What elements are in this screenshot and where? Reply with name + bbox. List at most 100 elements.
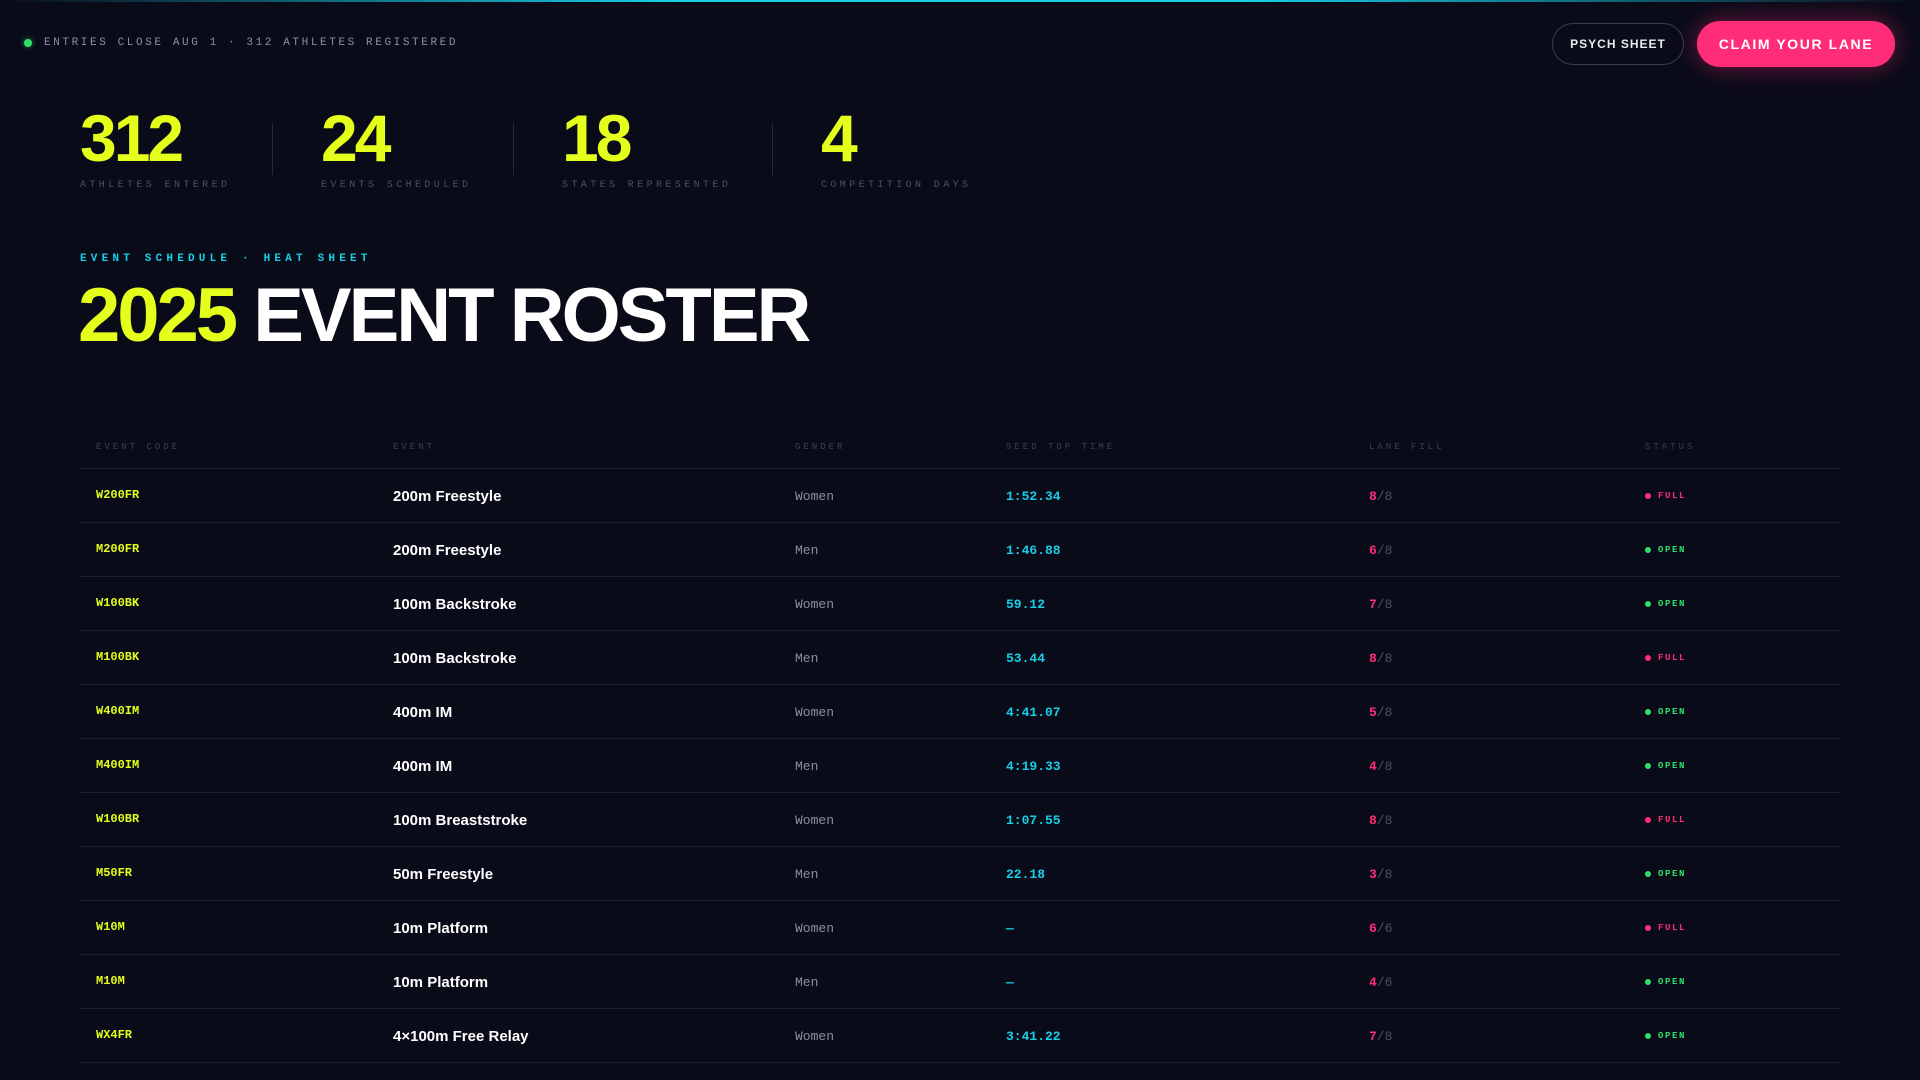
column-header-status: STATUS	[1645, 442, 1696, 452]
event-name: 200m Freestyle	[393, 487, 502, 505]
status-dot	[1645, 655, 1651, 661]
status-dot	[1645, 871, 1651, 877]
lane-fill-count: 6	[1369, 920, 1377, 936]
seed-top-time: 1:52.34	[1006, 488, 1061, 504]
event-gender: Women	[795, 920, 835, 936]
title-text: EVENT ROSTER	[253, 273, 811, 358]
column-header-gender: GENDER	[795, 442, 846, 452]
stat-label: EVENTS SCHEDULED	[321, 180, 472, 191]
lane-fill-count: 7	[1369, 1028, 1377, 1044]
lane-fill-count: 8	[1369, 488, 1377, 504]
lane-fill: 8/8	[1369, 793, 1392, 847]
lane-fill-count: 4	[1369, 758, 1377, 774]
status-badge: OPEN	[1645, 739, 1686, 793]
stat-label: COMPETITION DAYS	[821, 180, 972, 191]
psych-sheet-button[interactable]: PSYCH SHEET	[1552, 23, 1684, 65]
table-row[interactable]: W100BK 100m Backstroke Women 59.12 7/8 OPEN	[80, 577, 1840, 631]
event-code: W100BR	[96, 812, 140, 826]
section-eyebrow: EVENT SCHEDULE · HEAT SHEET	[80, 253, 372, 265]
lane-fill: 8/8	[1369, 469, 1392, 523]
status-text: OPEN	[1658, 869, 1687, 879]
status-text: FULL	[1658, 491, 1687, 501]
event-code: M400IM	[96, 758, 140, 772]
seed-top-time: —	[1006, 974, 1014, 990]
status-dot	[1645, 709, 1651, 715]
event-gender: Men	[795, 866, 819, 882]
entries-close-text: ENTRIES CLOSE AUG 1 · 312 ATHLETES REGIS…	[44, 37, 459, 49]
seed-top-time: 53.44	[1006, 650, 1046, 666]
table-row[interactable]: W10M 10m Platform Women — 6/6 FULL	[80, 901, 1840, 955]
status-dot	[1645, 601, 1651, 607]
table-row[interactable]: W400IM 400m IM Women 4:41.07 5/8 OPEN	[80, 685, 1840, 739]
status-badge: FULL	[1645, 793, 1686, 847]
lane-fill-count: 8	[1369, 812, 1377, 828]
lane-fill-total: /8	[1376, 1028, 1393, 1044]
event-gender: Women	[795, 596, 835, 612]
seed-top-time: —	[1006, 920, 1014, 936]
event-name: 100m Backstroke	[393, 595, 517, 613]
lane-fill-total: /8	[1376, 758, 1393, 774]
event-name: 400m IM	[393, 703, 453, 721]
event-name: 10m Platform	[393, 919, 489, 937]
seed-top-time: 22.18	[1006, 866, 1046, 882]
seed-top-time: 1:46.88	[1006, 542, 1061, 558]
stat-events-scheduled: 24 EVENTS SCHEDULED	[321, 103, 471, 191]
lane-fill-total: /8	[1376, 650, 1393, 666]
status-badge: FULL	[1645, 631, 1686, 685]
table-row[interactable]: M50FR 50m Freestyle Men 22.18 3/8 OPEN	[80, 847, 1840, 901]
stat-label: ATHLETES ENTERED	[80, 180, 231, 191]
table-row[interactable]: WX4FR 4×100m Free Relay Women 3:41.22 7/8 OPE…	[80, 1009, 1840, 1063]
stat-states-represented: 18 STATES REPRESENTED	[562, 103, 731, 191]
table-row[interactable]: M400IM 400m IM Men 4:19.33 4/8 OPEN	[80, 739, 1840, 793]
top-banner: ENTRIES CLOSE AUG 1 · 312 ATHLETES REGIS…	[0, 0, 1920, 88]
stat-divider	[272, 123, 273, 175]
event-code: M10M	[96, 974, 125, 988]
lane-fill-total: /8	[1376, 542, 1393, 558]
column-header-lane-fill: LANE FILL	[1369, 442, 1445, 452]
table-row[interactable]: M100BK 100m Backstroke Men 53.44 8/8 FULL	[80, 631, 1840, 685]
lane-fill-count: 6	[1369, 542, 1377, 558]
lane-fill-total: /8	[1376, 596, 1393, 612]
lane-fill-count: 5	[1369, 704, 1377, 720]
lane-fill-total: /8	[1376, 812, 1393, 828]
event-name: 50m Freestyle	[393, 865, 494, 883]
claim-your-lane-button[interactable]: CLAIM YOUR LANE	[1697, 21, 1895, 67]
status-badge: OPEN	[1645, 577, 1686, 631]
table-row[interactable]: M10M 10m Platform Men — 4/6 OPEN	[80, 955, 1840, 1009]
lane-fill-total: /6	[1376, 974, 1393, 990]
entries-status: ENTRIES CLOSE AUG 1 · 312 ATHLETES REGIS…	[24, 37, 458, 49]
seed-top-time: 4:19.33	[1006, 758, 1061, 774]
table-row[interactable]: W200FR 200m Freestyle Women 1:52.34 8/8 FULL	[80, 469, 1840, 523]
event-roster-table: EVENT CODE EVENT GENDER SEED TOP TIME LA…	[80, 430, 1840, 1063]
status-badge: OPEN	[1645, 685, 1686, 739]
lane-fill: 3/8	[1369, 847, 1392, 901]
seed-top-time: 3:41.22	[1006, 1028, 1061, 1044]
table-row[interactable]: W100BR 100m Breaststroke Women 1:07.55 8/8 FU…	[80, 793, 1840, 847]
lane-fill: 5/8	[1369, 685, 1392, 739]
event-gender: Men	[795, 758, 819, 774]
event-code: W100BK	[96, 596, 140, 610]
status-badge: OPEN	[1645, 955, 1686, 1009]
title-year: 2025	[78, 273, 238, 358]
lane-fill-total: /8	[1376, 866, 1393, 882]
event-gender: Women	[795, 812, 835, 828]
event-name: 10m Platform	[393, 973, 489, 991]
status-text: OPEN	[1658, 977, 1687, 987]
lane-fill: 4/8	[1369, 739, 1392, 793]
event-gender: Women	[795, 1028, 835, 1044]
column-header-event: EVENT	[393, 442, 436, 452]
event-gender: Women	[795, 488, 835, 504]
stat-divider	[772, 123, 773, 175]
table-body: W200FR 200m Freestyle Women 1:52.34 8/8 FULL M…	[80, 469, 1840, 1063]
column-header-seed-top-time: SEED TOP TIME	[1006, 442, 1116, 452]
table-row[interactable]: M200FR 200m Freestyle Men 1:46.88 6/8 OPEN	[80, 523, 1840, 577]
status-dot	[1645, 493, 1651, 499]
seed-top-time: 59.12	[1006, 596, 1046, 612]
stat-athletes-entered: 312 ATHLETES ENTERED	[80, 103, 230, 191]
status-badge: OPEN	[1645, 1009, 1686, 1063]
stat-value: 4	[821, 101, 858, 175]
stat-competition-days: 4 COMPETITION DAYS	[821, 103, 971, 191]
status-text: FULL	[1658, 923, 1687, 933]
status-dot	[1645, 1033, 1651, 1039]
event-code: W10M	[96, 920, 125, 934]
